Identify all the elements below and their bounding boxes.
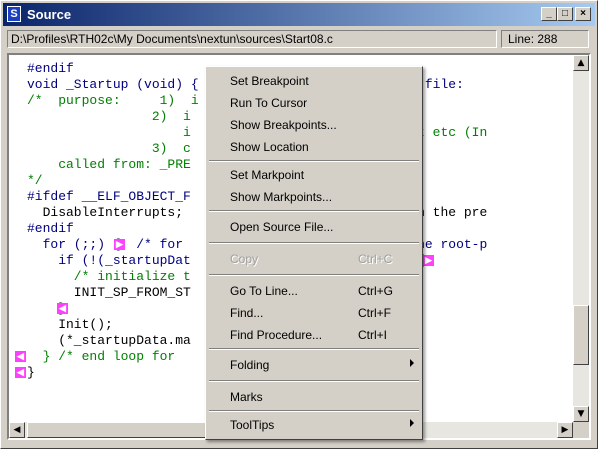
menu-item-marks[interactable]: Marks: [208, 386, 420, 408]
menu-item-label: Find...: [230, 306, 264, 320]
scroll-down-icon[interactable]: ▼: [573, 406, 589, 422]
vertical-scrollbar[interactable]: ▲ ▼: [573, 55, 589, 422]
menu-separator: [209, 242, 419, 244]
submenu-arrow-icon: [410, 419, 414, 427]
info-bar: D:\Profiles\RTH02c\My Documents\nextun\s…: [7, 30, 589, 48]
code-line: 3) c: [27, 141, 191, 156]
menu-item-set-markpoint[interactable]: Set Markpoint: [208, 164, 420, 186]
line-number-indicator: Line: 288: [501, 30, 589, 48]
menu-item-tooltips[interactable]: ToolTips: [208, 414, 420, 436]
menu-item-label: Marks: [230, 390, 263, 404]
menu-separator: [209, 160, 419, 162]
menu-item-show-markpoints[interactable]: Show Markpoints...: [208, 186, 420, 208]
submenu-arrow-icon: [410, 359, 414, 367]
code-line: #endif: [27, 221, 74, 236]
menu-item-folding[interactable]: Folding: [208, 354, 420, 376]
menu-item-show-location[interactable]: Show Location: [208, 136, 420, 158]
menu-item-shortcut: Ctrl+I: [358, 328, 388, 342]
title-bar[interactable]: S Source _ □ ×: [3, 3, 595, 26]
scrollbar-corner: [573, 422, 589, 438]
maximize-button[interactable]: □: [557, 7, 573, 21]
code-line: } /* end loop for: [27, 349, 176, 364]
menu-item-label: Set Breakpoint: [230, 74, 309, 88]
menu-separator: [209, 380, 419, 382]
fold-marker-icon[interactable]: ▶: [114, 239, 125, 250]
menu-item-shortcut: Ctrl+C: [358, 252, 393, 266]
menu-item-open-source-file[interactable]: Open Source File...: [208, 216, 420, 238]
scroll-right-icon[interactable]: ▶: [557, 422, 573, 438]
file-path-field: D:\Profiles\RTH02c\My Documents\nextun\s…: [7, 30, 497, 48]
menu-item-label: Show Markpoints...: [230, 190, 333, 204]
code-line: INIT_SP_FROM_ST: [27, 285, 191, 300]
menu-item-label: Folding: [230, 358, 270, 372]
minimize-button[interactable]: _: [541, 7, 557, 21]
menu-item-label: Set Markpoint: [230, 168, 305, 182]
context-menu: Set Breakpoint Run To Cursor Show Breakp…: [205, 66, 423, 440]
menu-item-label: Copy: [230, 252, 259, 266]
code-line: 2) i: [27, 109, 191, 124]
fold-marker-icon[interactable]: ◀: [57, 303, 68, 314]
horizontal-scroll-thumb[interactable]: [27, 422, 227, 438]
menu-item-label: Run To Cursor: [230, 96, 308, 110]
fold-marker-icon[interactable]: ◀: [15, 351, 26, 362]
menu-item-shortcut: Ctrl+G: [358, 284, 394, 298]
menu-item-label: Open Source File...: [230, 220, 334, 234]
menu-item-copy[interactable]: Copy Ctrl+C: [208, 248, 420, 270]
code-line: */: [27, 173, 43, 188]
menu-item-go-to-line[interactable]: Go To Line... Ctrl+G: [208, 280, 420, 302]
menu-item-run-to-cursor[interactable]: Run To Cursor: [208, 92, 420, 114]
code-line: #endif: [27, 61, 74, 76]
menu-item-show-breakpoints[interactable]: Show Breakpoints...: [208, 114, 420, 136]
code-line: Init();: [27, 317, 113, 332]
code-line: /* purpose: 1) i: [27, 93, 199, 108]
menu-item-label: Find Procedure...: [230, 328, 323, 342]
menu-item-label: Show Location: [230, 140, 309, 154]
menu-separator: [209, 274, 419, 276]
menu-item-label: Show Breakpoints...: [230, 118, 337, 132]
menu-separator: [209, 410, 419, 412]
menu-item-label: Go To Line...: [230, 284, 298, 298]
menu-item-label: ToolTips: [230, 418, 275, 432]
menu-item-set-breakpoint[interactable]: Set Breakpoint: [208, 70, 420, 92]
menu-item-find-procedure[interactable]: Find Procedure... Ctrl+I: [208, 324, 420, 346]
code-line: /* initialize t: [27, 269, 191, 284]
scroll-up-icon[interactable]: ▲: [573, 55, 589, 71]
window-title: Source: [27, 7, 72, 22]
menu-item-shortcut: Ctrl+F: [358, 306, 391, 320]
scroll-left-icon[interactable]: ◀: [9, 422, 25, 438]
code-line: #ifdef __ELF_OBJECT_F: [27, 189, 191, 204]
menu-separator: [209, 210, 419, 212]
vertical-scroll-thumb[interactable]: [573, 305, 589, 365]
source-window-icon: S: [7, 6, 21, 22]
menu-item-find[interactable]: Find... Ctrl+F: [208, 302, 420, 324]
close-button[interactable]: ×: [575, 7, 591, 21]
fold-marker-icon[interactable]: ▶: [423, 255, 434, 266]
code-line: }: [27, 365, 35, 380]
menu-separator: [209, 348, 419, 350]
fold-marker-icon[interactable]: ◀: [15, 367, 26, 378]
code-line: (*_startupData.ma: [27, 333, 191, 348]
